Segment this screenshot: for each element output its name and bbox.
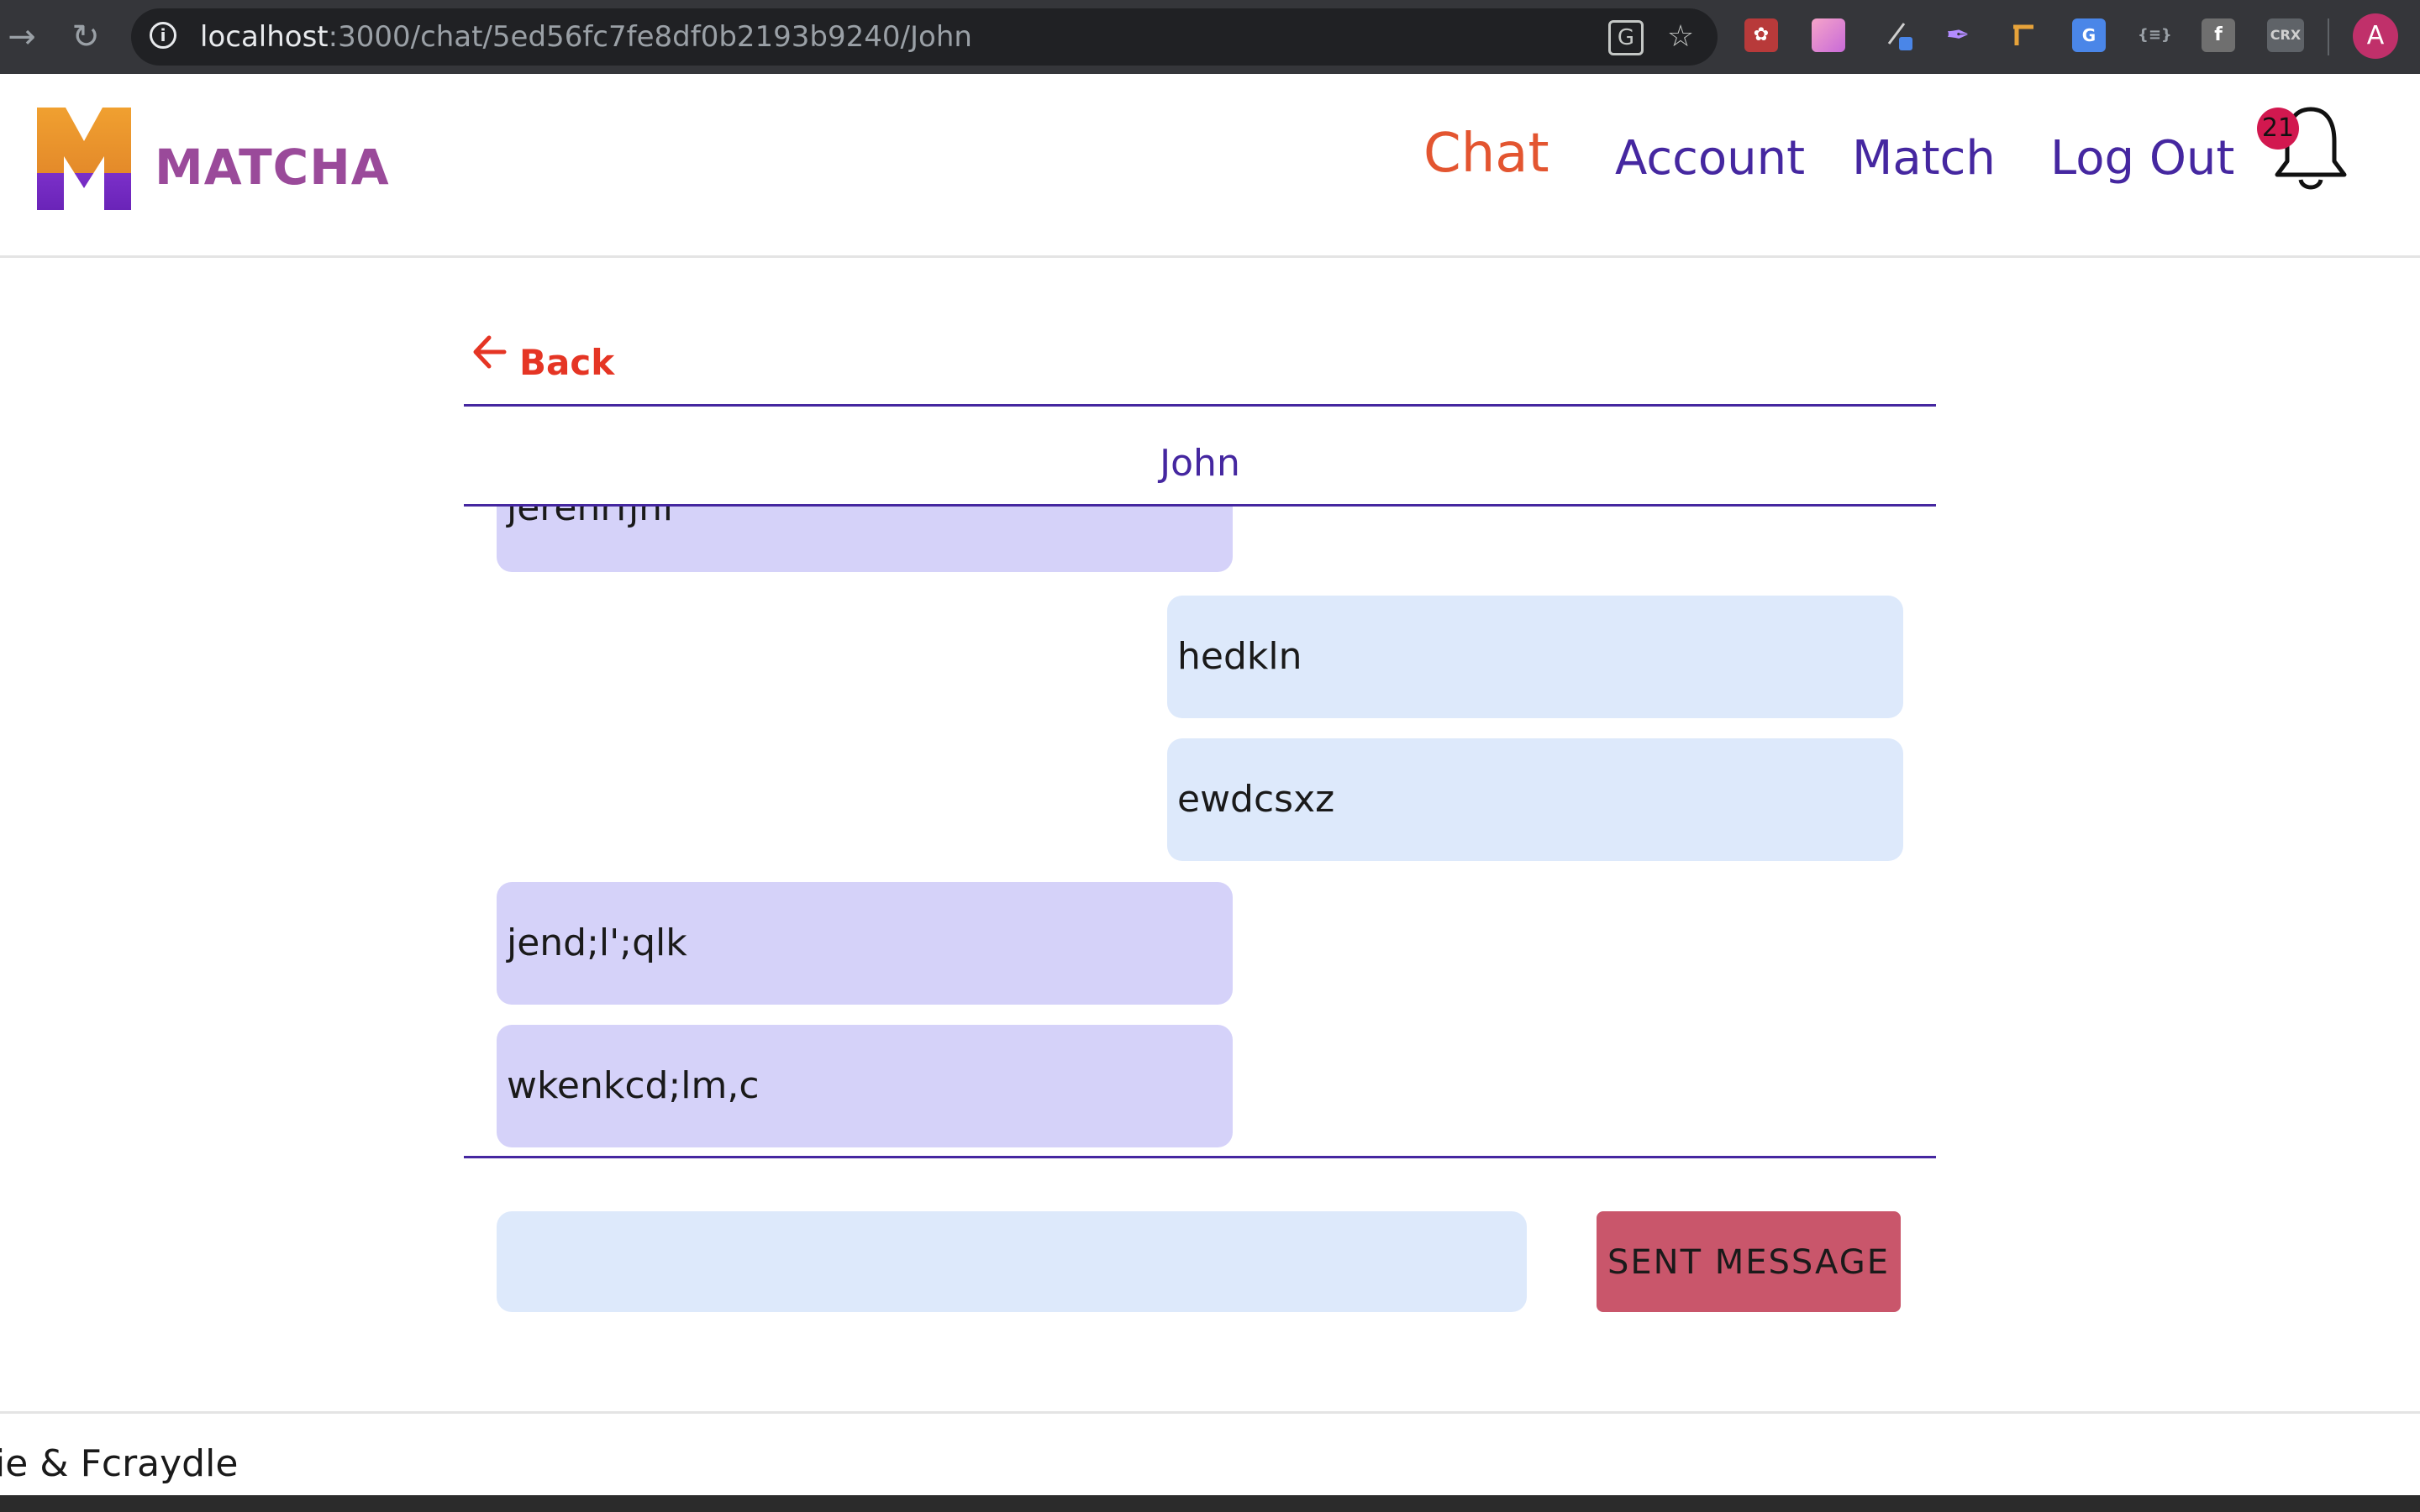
logo-text[interactable]: MATCHA — [155, 138, 390, 197]
feather-extension-icon[interactable]: ✒ — [1941, 18, 1975, 52]
notification-count-badge[interactable]: 21 — [2257, 108, 2299, 150]
address-bar[interactable]: i localhost:3000/chat/5ed56fc7fe8df0b219… — [131, 8, 1718, 66]
send-message-button[interactable]: SENT MESSAGE — [1597, 1211, 1901, 1312]
json-extension-icon[interactable]: {≡} — [2138, 18, 2172, 52]
profile-avatar[interactable]: A — [2353, 13, 2398, 59]
arrow-left-icon — [473, 335, 507, 369]
nav-logout-link[interactable]: Log Out — [2050, 121, 2234, 197]
gradient-extension-icon[interactable] — [1812, 18, 1845, 52]
matcha-logo-icon[interactable] — [37, 108, 173, 210]
message-bubble-received: wkenkcd;lm,c — [497, 1025, 1233, 1147]
footer-credits: ie & Fcraydle — [0, 1442, 239, 1485]
f-extension-icon[interactable]: f — [2202, 18, 2235, 52]
message-bubble-received: jend;l';qlk — [497, 882, 1233, 1005]
site-footer: ie & Fcraydle — [0, 1411, 2420, 1498]
paw-extension-icon[interactable]: ✿ — [1744, 18, 1778, 52]
picker-extension-icon[interactable] — [1882, 18, 1916, 52]
message-list[interactable]: jerenrfjnf hedkln ewdcsxz jend;l';qlk wk… — [464, 507, 1936, 1158]
message-input[interactable] — [497, 1211, 1527, 1312]
url-text[interactable]: localhost:3000/chat/5ed56fc7fe8df0b2193b… — [200, 18, 972, 55]
composer-divider — [464, 1156, 1936, 1158]
site-info-icon[interactable]: i — [150, 22, 176, 49]
reload-icon[interactable]: ↻ — [64, 15, 108, 59]
toolbar-divider — [2328, 18, 2329, 55]
translate-extension-icon[interactable]: G — [2072, 18, 2106, 52]
ruler-extension-icon[interactable] — [2007, 18, 2040, 52]
nav-chat-link[interactable]: Chat — [1423, 116, 1549, 192]
forward-icon[interactable]: → — [0, 15, 44, 59]
chat-partner-name: John — [1160, 442, 1240, 485]
crx-extension-icon[interactable]: CRX — [2267, 18, 2304, 52]
site-header: MATCHA Chat Account Match Log Out 21 — [0, 74, 2420, 258]
browser-toolbar: → ↻ i localhost:3000/chat/5ed56fc7fe8df0… — [0, 0, 2420, 74]
nav-account-link[interactable]: Account — [1615, 121, 1805, 197]
back-label: Back — [519, 342, 615, 383]
nav-match-link[interactable]: Match — [1852, 121, 1996, 197]
message-bubble-sent: ewdcsxz — [1167, 738, 1903, 861]
message-bubble-sent: hedkln — [1167, 596, 1903, 718]
chat-top-divider — [464, 404, 1936, 407]
bookmark-star-icon[interactable]: ☆ — [1662, 18, 1699, 55]
message-bubble-received: jerenrfjnf — [497, 507, 1233, 572]
translate-page-icon[interactable]: G — [1608, 20, 1644, 55]
bottom-edge-bar — [0, 1495, 2420, 1512]
